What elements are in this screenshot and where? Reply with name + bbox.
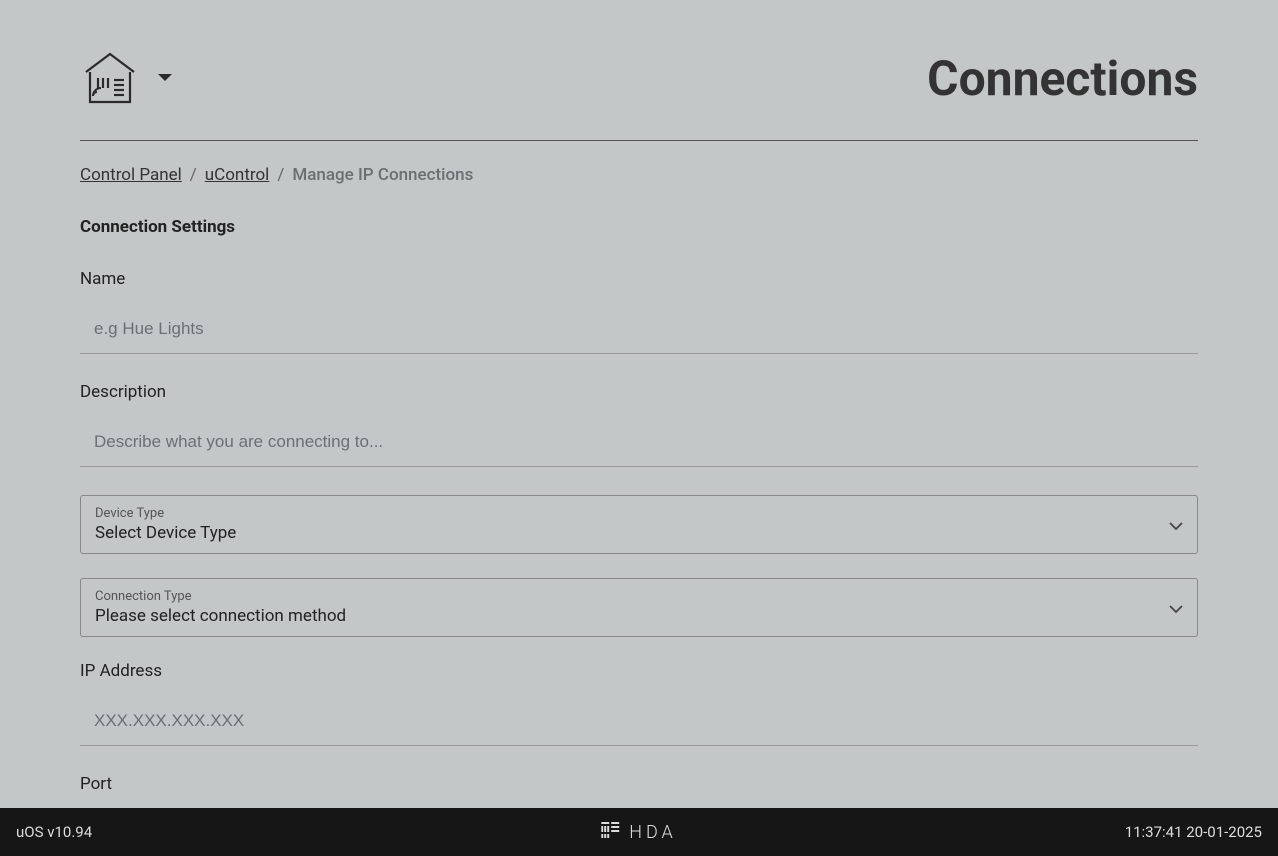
ip-address-label: IP Address — [80, 661, 1198, 681]
device-type-small-label: Device Type — [95, 506, 236, 521]
name-label: Name — [80, 269, 1198, 289]
breadcrumb-separator: / — [277, 165, 284, 185]
section-title: Connection Settings — [80, 217, 1198, 237]
menu-chevron-icon[interactable] — [156, 69, 174, 88]
device-type-select[interactable]: Device Type Select Device Type — [80, 495, 1198, 554]
app-logo[interactable] — [80, 48, 140, 108]
timestamp-text: 11:37:41 20-01-2025 — [1125, 823, 1262, 841]
hda-icon — [601, 820, 621, 845]
version-text: uOS v10.94 — [16, 823, 92, 841]
breadcrumb: Control Panel / uControl / Manage IP Con… — [80, 165, 1198, 185]
connection-type-small-label: Connection Type — [95, 589, 346, 604]
breadcrumb-link-control-panel[interactable]: Control Panel — [80, 165, 182, 185]
connection-type-value: Please select connection method — [95, 606, 346, 626]
device-type-value: Select Device Type — [95, 523, 236, 543]
connection-type-select[interactable]: Connection Type Please select connection… — [80, 578, 1198, 637]
status-bar: uOS v10.94 HDA 11:37:41 20-01-2025 — [0, 808, 1278, 856]
chevron-down-icon — [1169, 515, 1183, 534]
brand-logo: HDA — [601, 820, 677, 845]
chevron-down-icon — [1169, 598, 1183, 617]
breadcrumb-link-ucontrol[interactable]: uControl — [205, 165, 270, 185]
breadcrumb-current: Manage IP Connections — [292, 165, 473, 185]
description-input[interactable] — [80, 418, 1198, 467]
description-label: Description — [80, 382, 1198, 402]
header-divider — [80, 140, 1198, 141]
brand-text: HDA — [629, 822, 677, 843]
page-title: Connections — [927, 50, 1198, 107]
port-label: Port — [80, 774, 1198, 794]
breadcrumb-separator: / — [190, 165, 197, 185]
ip-address-input[interactable] — [80, 697, 1198, 746]
name-input[interactable] — [80, 305, 1198, 354]
